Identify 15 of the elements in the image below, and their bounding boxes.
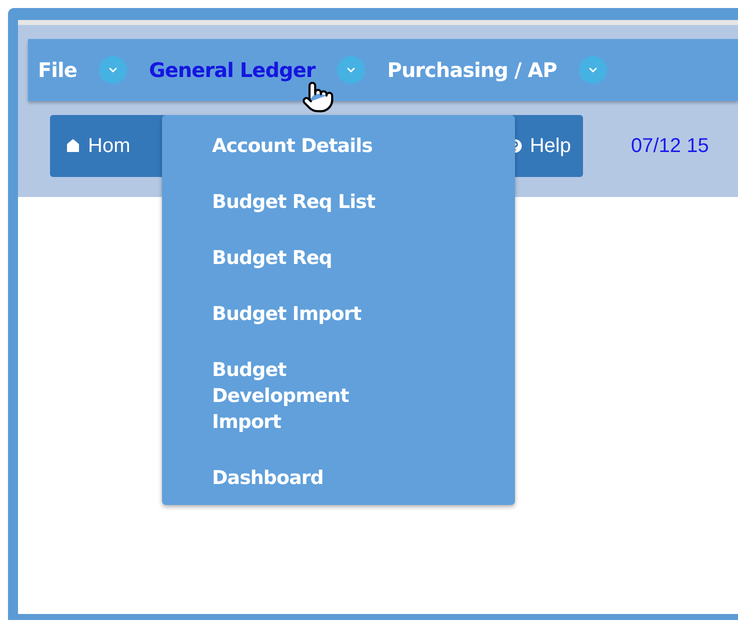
menu-item[interactable]: File	[38, 55, 77, 85]
dropdown-item[interactable]: Dashboard	[212, 465, 412, 491]
dropdown-item[interactable]: Account Details	[212, 133, 412, 159]
dropdown-toggle-icon[interactable]	[98, 56, 127, 84]
home-icon	[64, 137, 82, 155]
dropdown-toggle-icon[interactable]	[337, 56, 366, 84]
timestamp: 07/12 15	[631, 134, 709, 159]
dropdown-item[interactable]: Budget Development Import	[212, 357, 412, 435]
dropdown-toggle-icon[interactable]	[578, 56, 607, 84]
hand-cursor-icon	[301, 80, 335, 114]
dropdown-item[interactable]: Budget Req	[212, 245, 412, 271]
dropdown-item[interactable]: Budget Import	[212, 301, 412, 327]
menu-item[interactable]: Purchasing / AP	[387, 55, 557, 85]
dropdown-item[interactable]: Budget Req List	[212, 189, 412, 215]
menu-item[interactable]: General Ledger	[148, 55, 316, 85]
